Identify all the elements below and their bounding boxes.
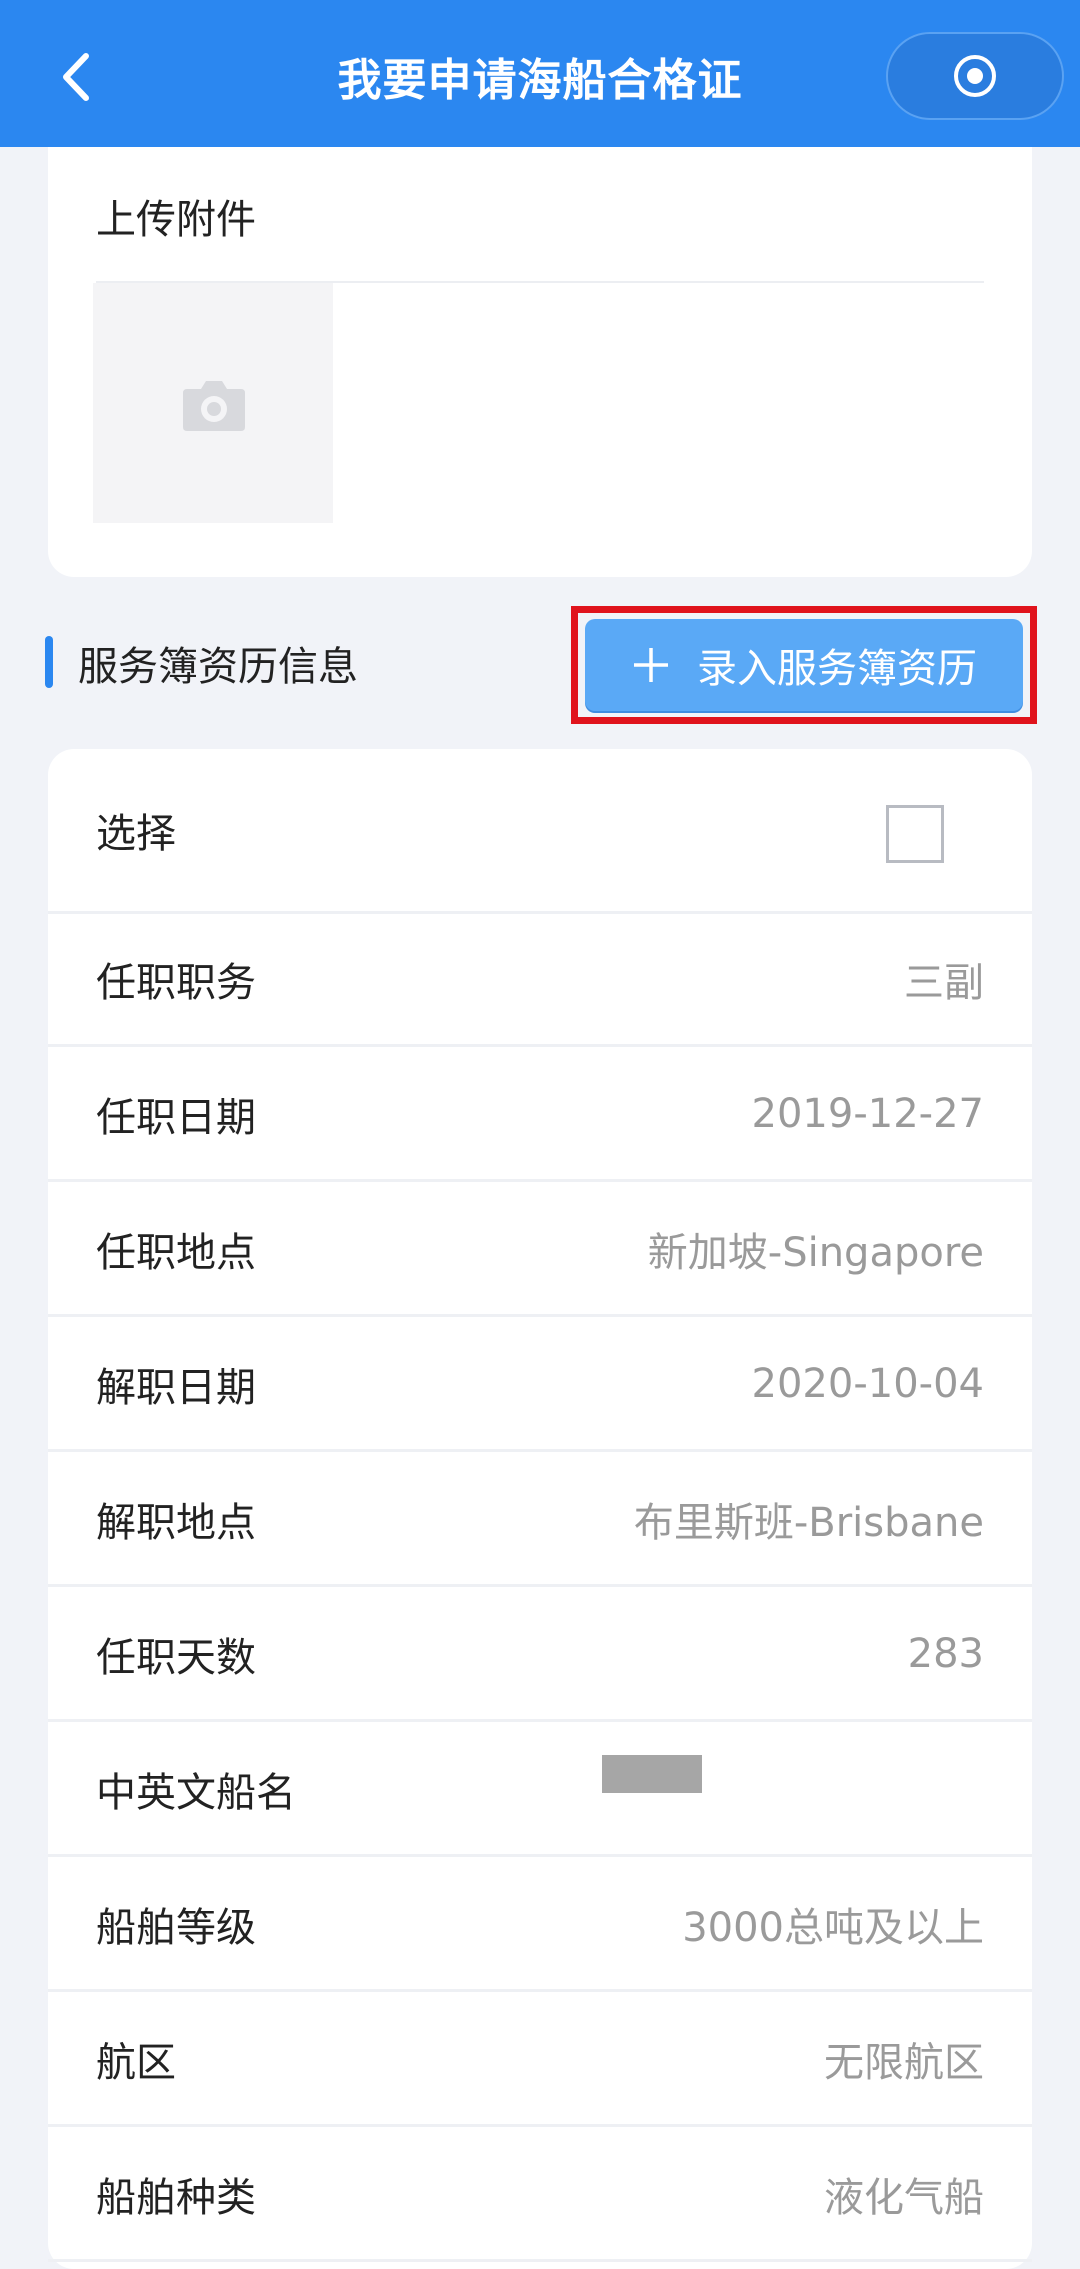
select-checkbox[interactable] [886,805,944,863]
field-label: 解职日期 [96,1365,256,1411]
field-label: 船舶种类 [96,2175,256,2221]
field-value: 液化气船 [824,2175,984,2221]
field-value: 2020-10-04 [751,1361,984,1407]
select-label: 选择 [96,811,176,857]
list-item: 任职天数 283 [48,1589,1032,1722]
list-item: 解职地点 布里斯班-Brisbane [48,1454,1032,1587]
list-item: 任职职务 三副 [48,914,1032,1047]
section-title: 服务簿资历信息 [78,644,358,690]
field-value: 布里斯班-Brisbane [633,1500,984,1546]
add-service-record-button[interactable]: 录入服务簿资历 [585,619,1023,711]
record-circle-icon[interactable] [951,52,999,100]
field-label: 船舶等级 [96,1905,256,1951]
field-label: 解职地点 [96,1500,256,1546]
photo-upload-slot[interactable] [93,283,333,523]
list-item: 任职日期 2019-12-27 [48,1049,1032,1182]
plus-icon [634,648,668,682]
field-label: 任职职务 [96,960,256,1006]
field-label: 任职地点 [96,1230,256,1276]
add-button-label: 录入服务簿资历 [697,646,977,692]
field-value: 283 [907,1631,984,1677]
list-item: 中英文船名 [48,1724,1032,1857]
list-item: 船舶等级 3000总吨及以上 [48,1859,1032,1992]
section-accent-bar [45,636,53,688]
field-value: 2019-12-27 [751,1091,984,1137]
list-item: 船舶种类 液化气船 [48,2129,1032,2262]
list-item: 任职地点 新加坡-Singapore [48,1184,1032,1317]
field-value: 三副 [904,960,984,1006]
upload-title: 上传附件 [96,197,256,243]
field-value: 无限航区 [824,2040,984,2086]
nav-header: 我要申请海船合格证 [0,0,1080,147]
upload-card: 上传附件 [48,147,1032,577]
field-label: 任职日期 [96,1095,256,1141]
service-record-card: 选择 任职职务 三副 任职日期 2019-12-27 任职地点 新加坡-Sing… [48,749,1032,2269]
redacted-ship-name [602,1755,702,1793]
field-label: 中英文船名 [96,1770,296,1816]
field-value: 新加坡-Singapore [647,1230,984,1276]
list-item: 解职日期 2020-10-04 [48,1319,1032,1452]
mini-program-capsule[interactable] [886,32,1064,120]
field-value: 3000总吨及以上 [682,1905,984,1951]
camera-icon [183,381,245,431]
field-label: 任职天数 [96,1635,256,1681]
field-label: 航区 [96,2040,176,2086]
select-row: 选择 [48,749,1032,914]
list-item: 航区 无限航区 [48,1994,1032,2127]
